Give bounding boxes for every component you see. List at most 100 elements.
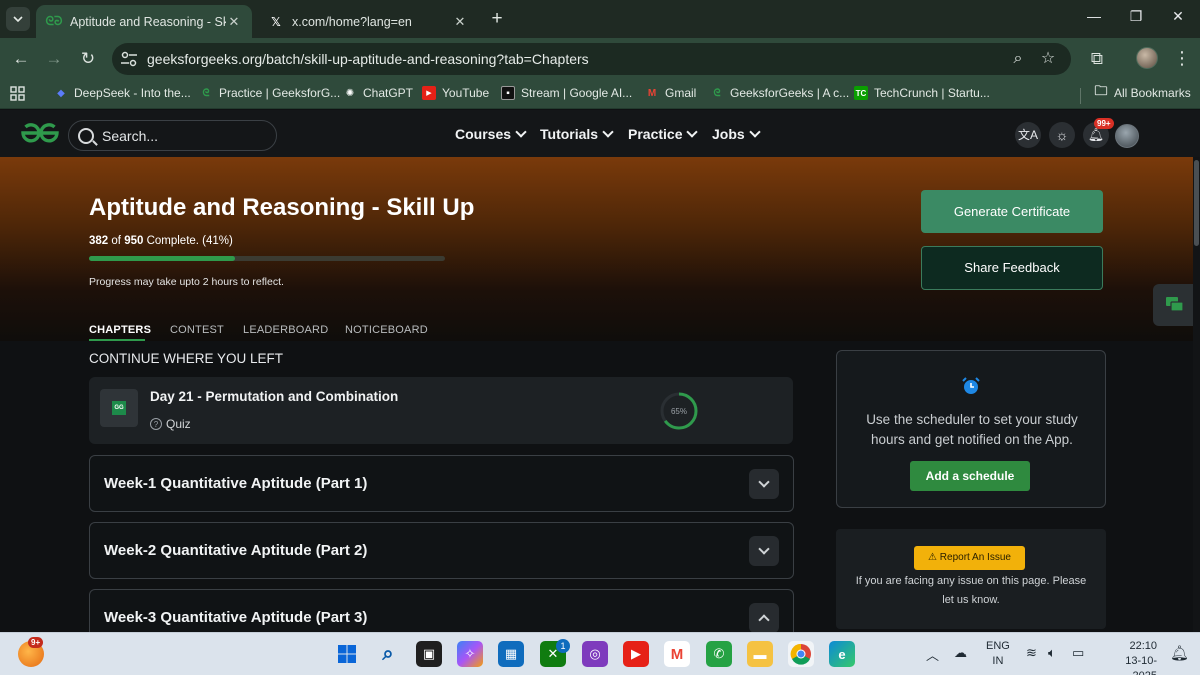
chatgpt-icon: ✺ <box>345 87 355 99</box>
tray-overflow-chevron-icon[interactable]: ︿ <box>926 645 939 664</box>
region-code: IN <box>992 655 1004 667</box>
expand-toggle[interactable] <box>749 536 779 566</box>
bookmark-geeksforgeeks[interactable]: ᘓ GeeksforGeeks | A c... <box>710 86 849 100</box>
bookmark-label: GeeksforGeeks | A c... <box>730 86 850 100</box>
zoom-icon[interactable]: ⌕ <box>1008 49 1028 69</box>
nav-tutorials[interactable]: Tutorials <box>540 126 614 142</box>
file-explorer-icon[interactable]: ▬ <box>747 641 773 667</box>
gmail-taskbar-icon[interactable]: M <box>664 641 690 667</box>
chat-bubble-icon <box>1166 297 1184 312</box>
whatsapp-icon[interactable]: ✆ <box>706 641 732 667</box>
bookmark-youtube[interactable]: ▶ YouTube <box>422 86 489 100</box>
nav-jobs[interactable]: Jobs <box>712 126 761 142</box>
question-circle-icon: ? <box>150 418 162 430</box>
system-clock[interactable]: 22:10 13-10-2025 <box>1101 639 1157 675</box>
forward-button[interactable]: → <box>42 47 66 71</box>
chrome-taskbar-icon[interactable] <box>788 641 814 667</box>
volume-icon[interactable]: 🔈︎ <box>1048 645 1056 661</box>
add-schedule-button[interactable]: Add a schedule <box>910 461 1030 491</box>
bookmarks-divider <box>1080 88 1081 104</box>
chevron-down-icon <box>602 126 614 138</box>
apps-grid-icon[interactable] <box>10 86 25 101</box>
tab-noticeboard[interactable]: NOTICEBOARD <box>345 324 428 336</box>
wifi-icon[interactable]: ≋ <box>1026 645 1037 661</box>
profile-avatar[interactable] <box>1136 47 1158 69</box>
taskbar-search-icon[interactable]: ⌕ <box>375 641 401 667</box>
chapter-thumbnail: GG <box>100 389 138 427</box>
notification-badge: 99+ <box>1094 118 1114 129</box>
week-card-2[interactable]: Week-2 Quantitative Aptitude (Part 2) <box>89 522 794 579</box>
collapse-toggle[interactable] <box>749 603 779 633</box>
star-bookmark-icon[interactable]: ☆ <box>1038 49 1058 69</box>
site-info-icon[interactable] <box>120 51 138 67</box>
x-favicon-icon: 𝕏 <box>271 14 281 29</box>
xbox-badge: 1 <box>556 639 570 653</box>
tab-contest[interactable]: CONTEST <box>170 324 224 336</box>
menu-kebab-icon[interactable]: ⋮ <box>1172 47 1192 71</box>
store-icon[interactable]: ▦ <box>498 641 524 667</box>
youtube-taskbar-icon[interactable]: ▶ <box>623 641 649 667</box>
gfg-logo-icon[interactable] <box>20 122 60 144</box>
translate-icon[interactable]: 文A <box>1015 122 1041 148</box>
windows-start-icon[interactable] <box>334 641 360 667</box>
bookmark-techcrunch[interactable]: TC TechCrunch | Startu... <box>854 86 990 100</box>
chevron-down-icon <box>515 126 527 138</box>
bookmark-practice[interactable]: ᘓ Practice | GeeksforG... <box>199 86 340 100</box>
copilot-icon[interactable]: ✧ <box>457 641 483 667</box>
browser-tab-active[interactable]: ᘓᘒ Aptitude and Reasoning - Skill U ✕ <box>36 5 252 38</box>
address-bar[interactable]: geeksforgeeks.org/batch/skill-up-aptitud… <box>112 43 1071 75</box>
browser-tab-x[interactable]: 𝕏 x.com/home?lang=en ✕ <box>258 5 478 38</box>
chat-float-button[interactable] <box>1153 284 1197 326</box>
scrollbar-thumb[interactable] <box>1194 160 1199 246</box>
bookmark-label: Gmail <box>665 86 697 100</box>
extensions-icon[interactable]: ⧉ <box>1085 47 1109 71</box>
notification-center-icon[interactable]: 🔔︎ <box>1170 644 1189 662</box>
user-avatar[interactable] <box>1115 124 1139 148</box>
bookmark-label: ChatGPT <box>363 86 414 100</box>
generate-certificate-button[interactable]: Generate Certificate <box>921 190 1103 233</box>
bookmark-stream[interactable]: ▪ Stream | Google AI... <box>501 86 632 100</box>
gfg-icon: ᘓ <box>202 87 210 99</box>
theme-sun-icon[interactable]: ☼ <box>1049 122 1075 148</box>
gmail-icon: M <box>647 87 657 99</box>
chevron-up-icon <box>758 614 770 626</box>
continue-card[interactable]: GG Day 21 - Permutation and Combination … <box>89 377 793 444</box>
proton-icon[interactable]: ◎ <box>582 641 608 667</box>
site-header: Search... Courses Tutorials Practice Job… <box>0 110 1200 157</box>
nav-practice[interactable]: Practice <box>628 126 699 142</box>
language-code: ENG <box>986 640 1010 652</box>
bookmark-gmail[interactable]: M Gmail <box>645 86 697 100</box>
expand-toggle[interactable] <box>749 469 779 499</box>
bookmark-label: Practice | GeeksforG... <box>219 86 341 100</box>
tab-leaderboard[interactable]: LEADERBOARD <box>243 324 328 336</box>
share-feedback-button[interactable]: Share Feedback <box>921 246 1103 290</box>
language-indicator[interactable]: ENG IN <box>986 639 1010 669</box>
nav-courses[interactable]: Courses <box>455 126 527 142</box>
site-search-input[interactable]: Search... <box>68 120 277 151</box>
report-issue-button[interactable]: ⚠︎ Report An Issue <box>914 546 1025 570</box>
battery-icon[interactable]: ▭ <box>1072 645 1084 661</box>
reload-button[interactable]: ↻ <box>76 47 100 71</box>
continue-title: Day 21 - Permutation and Combination <box>150 389 399 404</box>
restore-button[interactable]: ❐ <box>1124 8 1148 30</box>
close-window-button[interactable]: ✕ <box>1166 8 1190 30</box>
back-button[interactable]: ← <box>9 47 33 71</box>
windows-taskbar: 9+ ⌕ ▣ ✧ ▦ ✕ 1 ◎ ▶ M ✆ ▬ e ︿ ☁︎ ENG IN ≋… <box>0 632 1200 675</box>
cloud-offline-icon[interactable]: ☁︎ <box>954 645 967 661</box>
tab-search-button[interactable] <box>6 7 30 31</box>
close-icon[interactable]: ✕ <box>226 14 242 30</box>
tab-chapters[interactable]: CHAPTERS <box>89 324 151 336</box>
week-card-3[interactable]: Week-3 Quantitative Aptitude (Part 3) <box>89 589 794 633</box>
minimize-button[interactable]: — <box>1082 8 1106 30</box>
week-card-1[interactable]: Week-1 Quantitative Aptitude (Part 1) <box>89 455 794 512</box>
new-tab-button[interactable]: + <box>486 9 508 31</box>
edge-icon[interactable]: e <box>829 641 855 667</box>
chevron-down-icon <box>758 543 770 555</box>
deepseek-icon: ◆ <box>57 87 65 99</box>
close-icon[interactable]: ✕ <box>452 14 468 30</box>
task-view-icon[interactable]: ▣ <box>416 641 442 667</box>
all-bookmarks[interactable]: 🗀 All Bookmarks <box>1094 83 1190 100</box>
bookmark-label: Stream | Google AI... <box>521 86 633 100</box>
bookmark-chatgpt[interactable]: ✺ ChatGPT <box>343 86 413 100</box>
bookmark-deepseek[interactable]: ◆ DeepSeek - Into the... <box>54 86 191 100</box>
